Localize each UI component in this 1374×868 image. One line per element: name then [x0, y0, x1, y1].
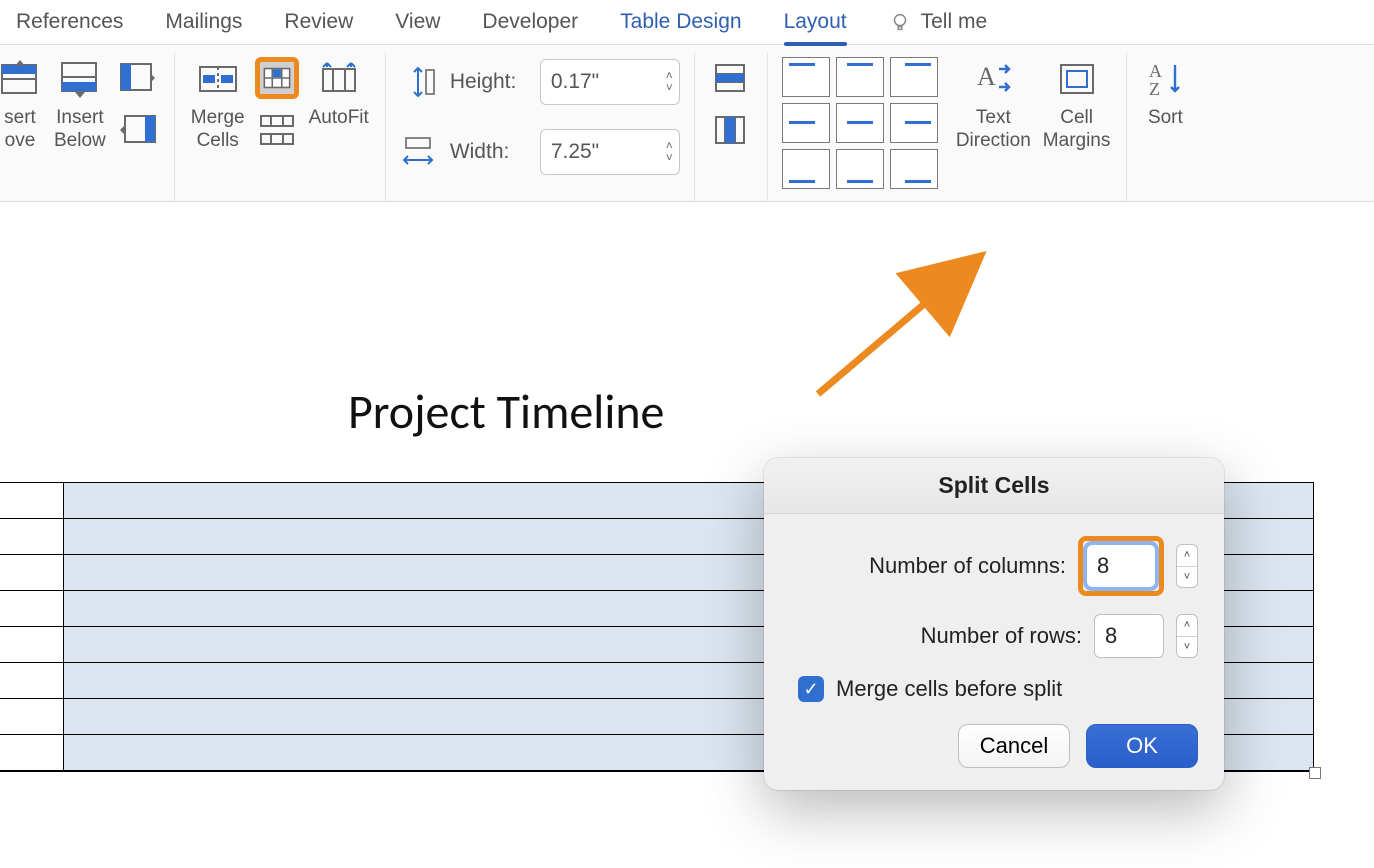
width-input[interactable]: 7.25" ˄˅	[540, 129, 680, 175]
sort-icon: A Z	[1143, 57, 1187, 101]
svg-text:A: A	[977, 62, 996, 91]
height-stepper[interactable]: ˄˅	[666, 71, 673, 92]
align-bot-right[interactable]	[890, 149, 938, 189]
insert-left-button[interactable]	[116, 57, 160, 99]
tell-me-label: Tell me	[921, 10, 988, 34]
group-rows-columns: sertove InsertBelow	[0, 53, 175, 201]
height-label: Height:	[450, 70, 526, 94]
merge-cells-icon	[196, 57, 240, 101]
svg-text:Z: Z	[1149, 79, 1160, 99]
table-header-cell[interactable]	[0, 591, 64, 627]
ribbon-toolbar: sertove InsertBelow	[0, 44, 1374, 202]
split-table-icon	[258, 114, 296, 146]
insert-above-button[interactable]: sertove	[0, 53, 48, 153]
rows-label: Number of rows:	[790, 623, 1082, 649]
table-header-cell[interactable]	[0, 483, 64, 519]
distribute-rows-button[interactable]	[709, 57, 753, 99]
tab-table-design[interactable]: Table Design	[620, 6, 741, 38]
cell-margins-button[interactable]: CellMargins	[1037, 53, 1117, 153]
table-header-cell[interactable]	[0, 627, 64, 663]
align-top-right[interactable]	[890, 57, 938, 97]
tell-me[interactable]: Tell me	[889, 10, 988, 34]
cancel-button[interactable]: Cancel	[958, 724, 1070, 768]
table-header-cell[interactable]	[0, 699, 64, 735]
insert-below-button[interactable]: InsertBelow	[48, 53, 112, 153]
table-header-cell[interactable]	[0, 663, 64, 699]
insert-above-icon	[0, 57, 42, 101]
rows-input[interactable]: 8	[1094, 614, 1164, 658]
columns-step-up[interactable]: ˄	[1177, 545, 1197, 567]
split-stack	[251, 53, 303, 155]
tab-mailings[interactable]: Mailings	[165, 6, 242, 38]
split-table-button[interactable]	[255, 109, 299, 151]
insert-right-button[interactable]	[116, 109, 160, 151]
table-resize-handle[interactable]	[1309, 767, 1321, 779]
autofit-button[interactable]: AutoFit ⌄	[303, 53, 375, 130]
split-cells-button[interactable]	[255, 57, 299, 99]
columns-step-down[interactable]: ˅	[1177, 567, 1197, 588]
width-label: Width:	[450, 140, 526, 164]
align-bot-center[interactable]	[836, 149, 884, 189]
merge-before-split-label: Merge cells before split	[836, 676, 1062, 702]
columns-stepper[interactable]: ˄ ˅	[1176, 544, 1198, 588]
align-mid-right[interactable]	[890, 103, 938, 143]
alignment-grid	[778, 53, 942, 193]
tab-layout[interactable]: Layout	[784, 6, 847, 38]
sort-button[interactable]: A Z Sort	[1137, 53, 1193, 130]
split-cells-dialog: Split Cells Number of columns: 8 ˄ ˅ Num…	[764, 458, 1224, 790]
distribute-rows-icon	[712, 62, 750, 94]
dialog-title: Split Cells	[764, 458, 1224, 514]
align-mid-center[interactable]	[836, 103, 884, 143]
split-cells-icon	[262, 62, 292, 94]
group-cell-size: Height: 0.17" ˄˅ Width: 7.25" ˄˅	[386, 53, 695, 201]
insert-left-right	[112, 53, 164, 155]
tab-review[interactable]: Review	[284, 6, 353, 38]
cell-margins-icon	[1055, 57, 1099, 101]
group-sort: A Z Sort	[1127, 53, 1203, 201]
height-input[interactable]: 0.17" ˄˅	[540, 59, 680, 105]
columns-highlight: 8	[1078, 536, 1164, 596]
ribbon-tabs: References Mailings Review View Develope…	[0, 0, 1374, 44]
table-header-cell[interactable]	[0, 735, 64, 771]
tab-references[interactable]: References	[16, 6, 123, 38]
group-merge: MergeCells	[175, 53, 386, 201]
ok-button[interactable]: OK	[1086, 724, 1198, 768]
text-direction-button[interactable]: A TextDirection	[950, 53, 1037, 153]
document-title: Project Timeline	[348, 382, 664, 441]
rows-step-up[interactable]: ˄	[1177, 615, 1197, 637]
align-top-left[interactable]	[782, 57, 830, 97]
text-direction-icon: A	[971, 57, 1015, 101]
merge-before-split-checkbox[interactable]: ✓	[798, 676, 824, 702]
group-alignment: A TextDirection CellMargins	[768, 53, 1128, 201]
table-header-cell[interactable]	[0, 555, 64, 591]
annotation-arrow	[812, 250, 992, 400]
col-width-icon	[400, 134, 436, 170]
columns-label: Number of columns:	[790, 553, 1066, 579]
group-distribute	[695, 53, 768, 201]
align-bot-left[interactable]	[782, 149, 830, 189]
merge-cells-button[interactable]: MergeCells	[185, 53, 251, 153]
tab-view[interactable]: View	[395, 6, 440, 38]
distribute-cols-button[interactable]	[709, 109, 753, 151]
row-height-icon	[400, 64, 436, 100]
rows-stepper[interactable]: ˄ ˅	[1176, 614, 1198, 658]
distribute-cols-icon	[712, 114, 750, 146]
autofit-icon	[317, 57, 361, 101]
tab-developer[interactable]: Developer	[482, 6, 578, 38]
align-top-center[interactable]	[836, 57, 884, 97]
width-stepper[interactable]: ˄˅	[666, 141, 673, 162]
document-area: Project Timeline Split Cells Number of c…	[0, 202, 1374, 868]
table-header-cell[interactable]	[0, 519, 64, 555]
lightbulb-icon	[889, 11, 911, 33]
insert-below-icon	[58, 57, 102, 101]
columns-input[interactable]: 8	[1086, 544, 1156, 588]
align-mid-left[interactable]	[782, 103, 830, 143]
svg-text:A: A	[1149, 61, 1162, 81]
rows-step-down[interactable]: ˅	[1177, 637, 1197, 658]
